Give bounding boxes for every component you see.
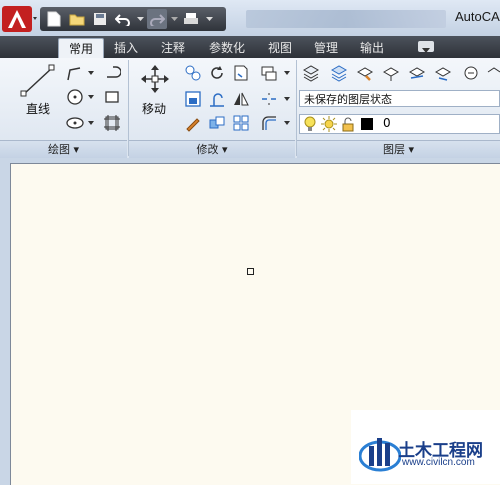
tab-home[interactable]: 常用 <box>58 38 104 59</box>
line-tool-button[interactable] <box>18 64 58 98</box>
fillet-icon[interactable] <box>208 90 226 108</box>
layer-walk-icon[interactable] <box>462 64 480 82</box>
line-icon <box>20 64 55 97</box>
line-tool-label: 直线 <box>26 102 51 116</box>
tab-insert[interactable]: 插入 <box>106 38 146 58</box>
tab-manage[interactable]: 管理 <box>306 38 346 58</box>
draw-panel-title[interactable]: 绘图 ▾ <box>0 140 127 158</box>
mirror-icon[interactable] <box>232 90 250 108</box>
chevron-down-icon <box>422 48 430 53</box>
rectangle-icon[interactable] <box>103 88 121 106</box>
quick-access-toolbar <box>40 7 226 31</box>
circle-dropdown-icon[interactable] <box>88 95 94 99</box>
new-file-icon[interactable] <box>44 9 64 29</box>
explode-dropdown-icon[interactable] <box>284 97 290 101</box>
redo-dropdown-icon[interactable] <box>170 9 178 29</box>
layer-isolate-icon[interactable] <box>382 64 400 82</box>
crosshair-pickbox <box>247 268 254 275</box>
autocad-logo-icon <box>2 6 37 32</box>
hatch-icon[interactable] <box>103 114 121 132</box>
ellipse-dropdown-icon[interactable] <box>88 121 94 125</box>
layer-freeze-icon[interactable] <box>434 64 452 82</box>
polyline-dropdown-icon[interactable] <box>88 71 94 75</box>
trim-icon[interactable] <box>232 64 250 82</box>
circle-icon[interactable] <box>66 88 84 106</box>
move-tool-label: 移动 <box>142 102 167 116</box>
ribbon-tab-bar: 常用 插入 注释 参数化 视图 管理 输出 <box>0 36 500 59</box>
layer-color-swatch <box>361 118 373 130</box>
unlock-icon <box>342 117 354 132</box>
rotate-icon[interactable] <box>208 64 226 82</box>
layer-state-icon[interactable] <box>330 64 348 82</box>
redo-icon[interactable] <box>147 9 167 29</box>
erase-icon[interactable] <box>260 64 278 82</box>
offset-icon[interactable] <box>260 114 278 132</box>
open-folder-icon[interactable] <box>67 9 87 29</box>
lightbulb-icon <box>304 116 316 131</box>
tab-output[interactable]: 输出 <box>352 38 392 58</box>
current-layer-dropdown[interactable]: 0 <box>299 114 500 134</box>
print-icon[interactable] <box>181 9 201 29</box>
copy-icon[interactable] <box>184 64 202 82</box>
array-icon[interactable] <box>232 114 250 132</box>
arc-icon[interactable] <box>103 64 122 82</box>
undo-icon[interactable] <box>113 9 133 29</box>
tab-parametric[interactable]: 参数化 <box>200 38 254 58</box>
watermark-logo-icon <box>359 438 401 472</box>
edit-brush-icon[interactable] <box>184 114 202 132</box>
qat-customize-icon[interactable] <box>204 9 214 29</box>
layers-panel-title[interactable]: 图层 ▾ <box>297 140 500 158</box>
save-icon[interactable] <box>90 9 110 29</box>
tab-view[interactable]: 视图 <box>260 38 300 58</box>
current-layer-name: 0 <box>383 116 391 130</box>
application-menu-button[interactable] <box>0 4 38 34</box>
move-tool-button[interactable] <box>140 64 170 94</box>
layer-off-icon[interactable] <box>408 64 426 82</box>
layer-more-icon[interactable] <box>486 64 500 82</box>
offset-dropdown-icon[interactable] <box>284 121 290 125</box>
layer-state-dropdown[interactable]: 未保存的图层状态 <box>299 90 500 107</box>
scale-icon[interactable] <box>208 114 226 132</box>
undo-dropdown-icon[interactable] <box>136 9 144 29</box>
watermark-url: www.civilcn.com <box>402 457 475 468</box>
explode-icon[interactable] <box>260 90 278 108</box>
window-title-blurred <box>246 10 446 28</box>
modify-panel-title[interactable]: 修改 ▾ <box>129 140 295 158</box>
polyline-icon[interactable] <box>66 64 84 82</box>
layer-properties-icon[interactable] <box>302 64 320 82</box>
ribbon-panel-area: 直线 绘图 ▾ 移动 修改 ▾ 未保存的图层状态 0 图层 ▾ <box>0 58 500 159</box>
layer-brush-icon[interactable] <box>356 64 374 82</box>
window-title: AutoCA <box>455 9 500 24</box>
sun-icon <box>321 116 337 132</box>
stretch-icon[interactable] <box>184 90 202 108</box>
move-icon <box>141 65 169 93</box>
title-bar: AutoCA <box>0 0 500 36</box>
minimize-ribbon-button[interactable] <box>418 41 434 53</box>
erase-dropdown-icon[interactable] <box>284 71 290 75</box>
ellipse-icon[interactable] <box>66 114 84 132</box>
tab-annotate[interactable]: 注释 <box>152 38 194 58</box>
